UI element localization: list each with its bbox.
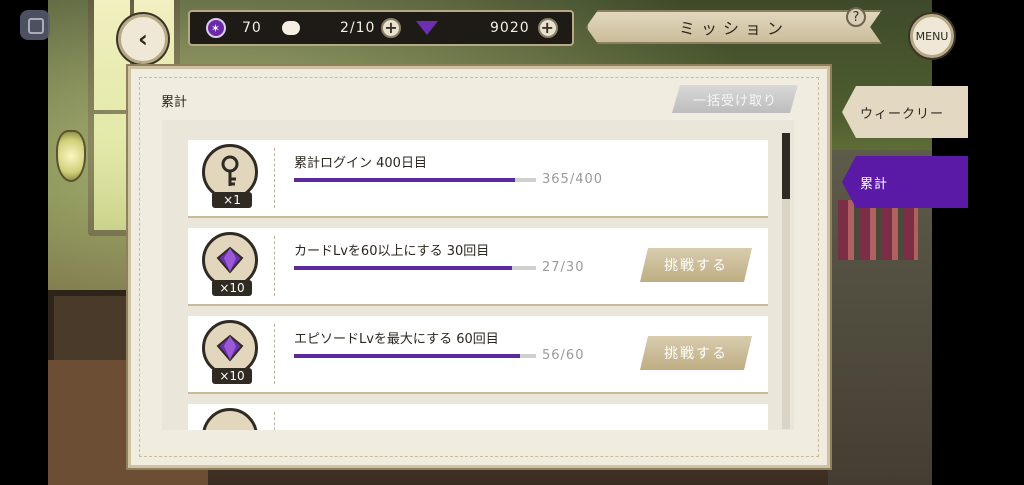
progress-bar (294, 266, 536, 270)
stat2-add-button[interactable]: + (381, 18, 402, 38)
progress-bar (294, 354, 536, 358)
stat2-value: 2/10 (340, 20, 376, 36)
chevron-left-icon: ‹ (138, 25, 148, 53)
divider (274, 148, 275, 208)
overlay-square-icon[interactable] (20, 10, 50, 40)
claim-all-button[interactable]: 一括受け取り (672, 85, 798, 113)
stat2-group: 2/10 + (282, 12, 402, 44)
resource-bar: ✶ 70 2/10 + 9020 + (188, 10, 574, 46)
progress-count: 27/30 (542, 260, 585, 275)
books-decoration (838, 200, 918, 260)
challenge-button[interactable]: 挑戦する (640, 248, 752, 282)
reward-quantity: ×10 (212, 280, 252, 296)
mission-title-banner: ミッション (586, 10, 882, 44)
mission-text: 累計ログイン 400日目 (294, 156, 427, 171)
scrollbar-thumb[interactable] (782, 133, 790, 199)
reward-quantity: ×10 (212, 368, 252, 384)
magic-coin-icon: ✶ (206, 18, 226, 38)
reward-quantity: ×1 (212, 192, 252, 208)
mission-list: ×1 累計ログイン 400日目 365/400 ×10 カードLvを60以上にす… (162, 120, 794, 430)
mission-text: カードLvを60以上にする 30回目 (294, 244, 490, 259)
purple-gem-icon (416, 21, 438, 35)
menu-button[interactable]: MENU (910, 14, 954, 58)
stat3-group: 9020 + (416, 12, 558, 44)
tab-weekly[interactable]: ウィークリー (842, 86, 968, 138)
divider (274, 236, 275, 296)
progress-count: 56/60 (542, 348, 585, 363)
lamp-icon (56, 130, 86, 182)
progress-fill (294, 178, 515, 182)
divider (274, 324, 275, 384)
tab-cumulative[interactable]: 累計 (842, 156, 968, 208)
stat3-add-button[interactable]: + (537, 18, 558, 38)
mission-row-partial (188, 404, 768, 430)
mission-row: ×1 累計ログイン 400日目 365/400 (188, 140, 768, 218)
progress-fill (294, 266, 512, 270)
progress-bar (294, 178, 536, 182)
reward-icon (202, 408, 258, 430)
stat1-group: ✶ 70 (206, 12, 262, 44)
back-button[interactable]: ‹ (118, 14, 168, 64)
challenge-button[interactable]: 挑戦する (640, 336, 752, 370)
stat1-value: 70 (242, 20, 262, 36)
mission-text: エピソードLvを最大にする 60回目 (294, 332, 499, 347)
stat3-value: 9020 (490, 20, 530, 36)
help-button[interactable]: ? (846, 7, 866, 27)
mission-row: ×10 エピソードLvを最大にする 60回目 56/60 挑戦する (188, 316, 768, 394)
mission-row: ×10 カードLvを60以上にする 30回目 27/30 挑戦する (188, 228, 768, 306)
divider (274, 412, 275, 430)
cloud-icon (282, 21, 300, 35)
progress-count: 365/400 (542, 172, 604, 187)
progress-fill (294, 354, 520, 358)
panel-title: 累計 (161, 95, 188, 110)
